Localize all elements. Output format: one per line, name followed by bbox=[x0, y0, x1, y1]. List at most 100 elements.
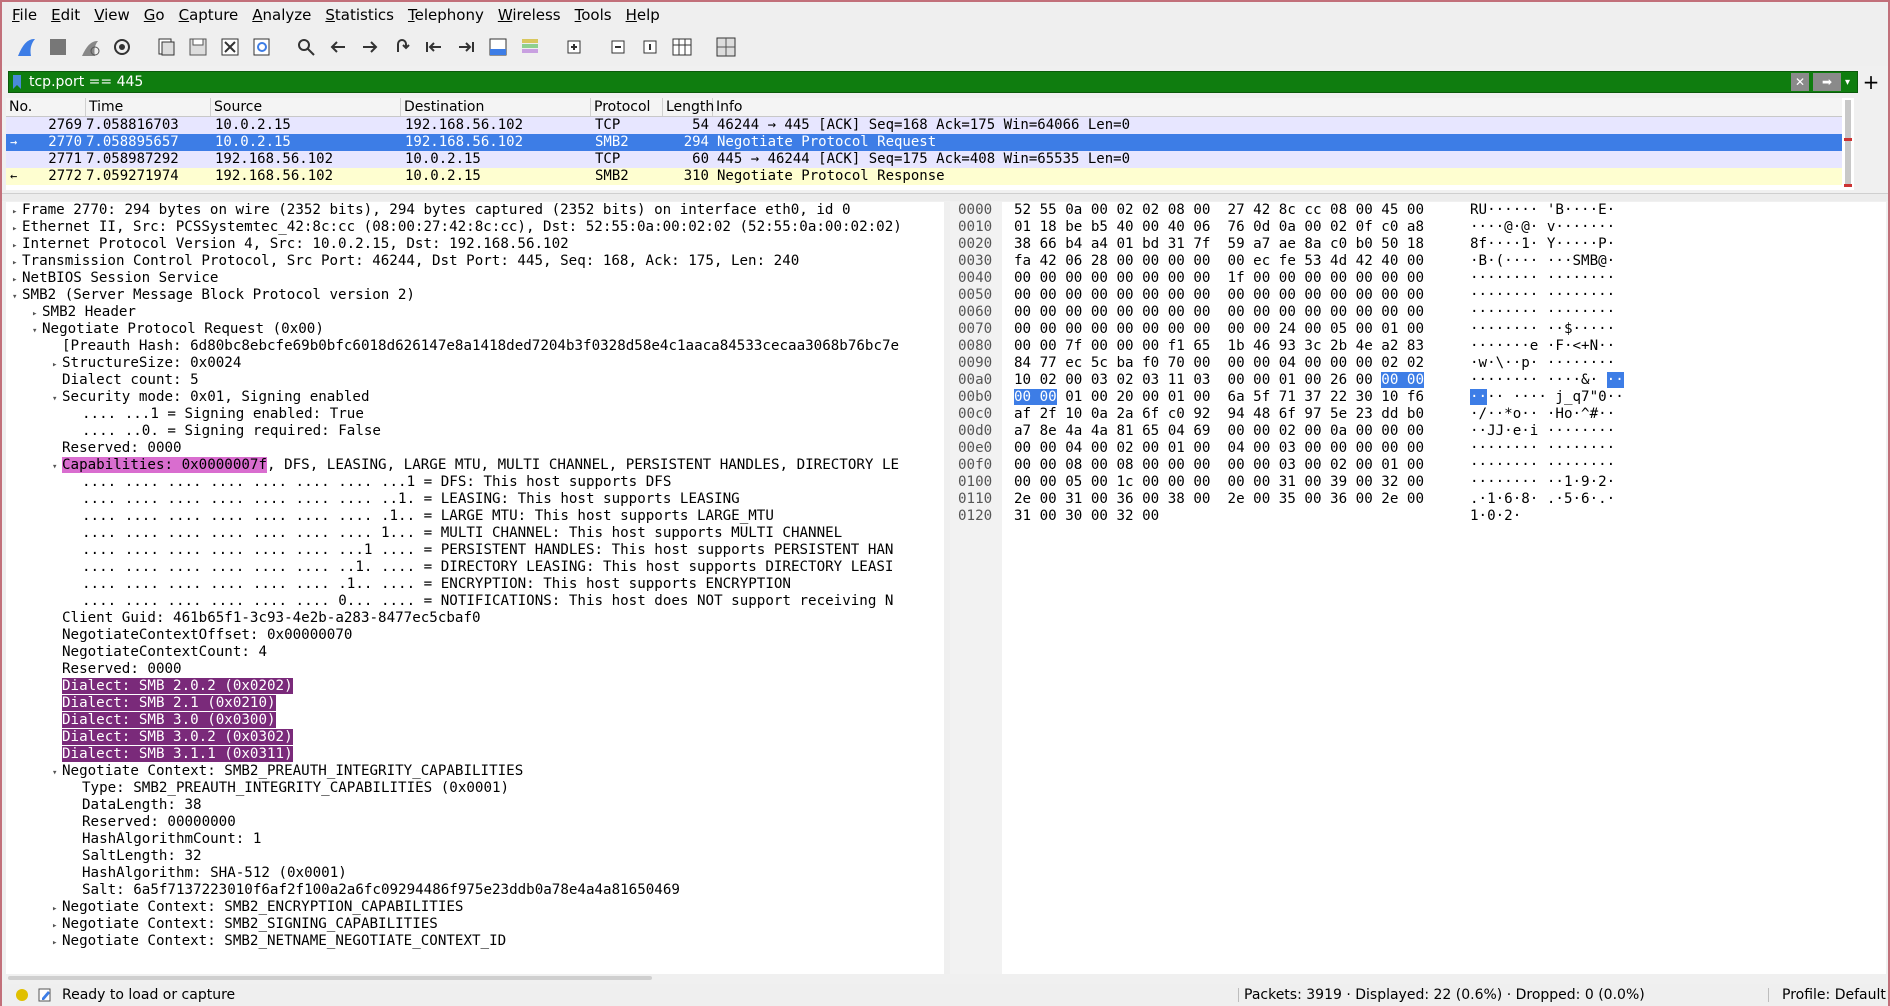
menu-tools[interactable]: Tools bbox=[575, 6, 612, 24]
tree-item[interactable]: .... .... .... .... .... .... ..1. .... … bbox=[6, 559, 944, 576]
ascii-bytes[interactable]: ··JJ·e·i ········ bbox=[1470, 423, 1615, 440]
column-header-no[interactable]: No. bbox=[6, 98, 86, 116]
packet-list[interactable]: No. Time Source Destination Protocol Length In… bbox=[6, 98, 1846, 190]
hex-bytes[interactable]: 00 00 7f 00 00 00 f1 65 1b 46 93 3c 2b 4… bbox=[1014, 338, 1424, 355]
menu-edit[interactable]: Edit bbox=[51, 6, 80, 24]
last-packet-icon[interactable] bbox=[452, 33, 480, 61]
tree-item[interactable]: ▾ SMB2 (Server Message Block Protocol ver… bbox=[6, 287, 944, 304]
colorize-icon[interactable] bbox=[516, 33, 544, 61]
reload-icon[interactable] bbox=[248, 33, 276, 61]
details-horizontal-scrollbar[interactable] bbox=[6, 974, 944, 982]
forward-arrow-icon[interactable] bbox=[356, 33, 384, 61]
tree-item[interactable]: Dialect: SMB 3.1.1 (0x0311) bbox=[6, 746, 944, 763]
hex-bytes[interactable]: fa 42 06 28 00 00 00 00 00 ec fe 53 4d 4… bbox=[1014, 253, 1424, 270]
autoscroll-icon[interactable] bbox=[484, 33, 512, 61]
open-file-icon[interactable] bbox=[152, 33, 180, 61]
ascii-bytes[interactable]: ········ ····&· ·· bbox=[1470, 372, 1624, 389]
ascii-bytes[interactable]: ·······e ·F·<+N·· bbox=[1470, 338, 1615, 355]
ascii-bytes[interactable]: ·B·(···· ···SMB@· bbox=[1470, 253, 1615, 270]
filter-bookmark-icon[interactable] bbox=[9, 72, 25, 92]
hex-bytes[interactable]: 00 00 00 00 00 00 00 00 00 00 00 00 00 0… bbox=[1014, 287, 1424, 304]
tree-item[interactable]: HashAlgorithmCount: 1 bbox=[6, 831, 944, 848]
packet-bytes-pane[interactable]: 0000 52 55 0a 00 02 02 08 00 27 42 8c cc … bbox=[950, 202, 1886, 974]
zoom-out-icon[interactable] bbox=[604, 33, 632, 61]
add-filter-button-icon[interactable]: + bbox=[1860, 70, 1882, 94]
packet-list-scrollbar[interactable] bbox=[1842, 98, 1854, 190]
collapsed-arrow-icon[interactable]: ▸ bbox=[52, 935, 62, 952]
search-icon[interactable] bbox=[292, 33, 320, 61]
hex-bytes[interactable]: 38 66 b4 a4 01 bd 31 7f 59 a7 ae 8a c0 b… bbox=[1014, 236, 1424, 253]
menu-help[interactable]: Help bbox=[626, 6, 660, 24]
column-header-source[interactable]: Source bbox=[211, 98, 401, 116]
tree-item[interactable]: NegotiateContextCount: 4 bbox=[6, 644, 944, 661]
ascii-bytes[interactable]: ····@·@· v······· bbox=[1470, 219, 1615, 236]
ascii-bytes[interactable]: ········ ········ bbox=[1470, 270, 1615, 287]
tree-item[interactable]: ▸ Negotiate Context: SMB2_SIGNING_CAPABIL… bbox=[6, 916, 944, 933]
save-file-icon[interactable] bbox=[184, 33, 212, 61]
tree-item[interactable]: ▾ Negotiate Context: SMB2_PREAUTH_INTEGRI… bbox=[6, 763, 944, 780]
tree-item[interactable]: ▸ StructureSize: 0x0024 bbox=[6, 355, 944, 372]
close-file-icon[interactable] bbox=[216, 33, 244, 61]
ascii-bytes[interactable]: .·1·6·8· .·5·6·.· bbox=[1470, 491, 1615, 508]
ascii-bytes[interactable]: ········ ··1·9·2· bbox=[1470, 474, 1615, 491]
hex-bytes[interactable]: 00 00 01 00 20 00 01 00 6a 5f 71 37 22 3… bbox=[1014, 389, 1424, 406]
tree-item[interactable]: Client Guid: 461b65f1-3c93-4e2b-a283-847… bbox=[6, 610, 944, 627]
tree-item[interactable]: ▸ Negotiate Context: SMB2_NETNAME_NEGOTIA… bbox=[6, 933, 944, 950]
tree-item[interactable]: Dialect: SMB 2.0.2 (0x0202) bbox=[6, 678, 944, 695]
tree-item[interactable]: ▸ Transmission Control Protocol, Src Port… bbox=[6, 253, 944, 270]
ascii-bytes[interactable]: ···· ···· j_q7"0·· bbox=[1470, 389, 1624, 406]
hex-bytes[interactable]: a7 8e 4a 4a 81 65 04 69 00 00 02 00 0a 0… bbox=[1014, 423, 1424, 440]
hex-bytes[interactable]: 84 77 ec 5c ba f0 70 00 00 00 04 00 00 0… bbox=[1014, 355, 1424, 372]
tree-item[interactable]: .... .... .... .... .... .... .... ..1. … bbox=[6, 491, 944, 508]
tree-item[interactable]: ▸ NetBIOS Session Service bbox=[6, 270, 944, 287]
pane-splitter[interactable] bbox=[2, 193, 1888, 201]
column-header-protocol[interactable]: Protocol bbox=[591, 98, 663, 116]
ascii-bytes[interactable]: ········ ········ bbox=[1470, 304, 1615, 321]
jump-to-packet-icon[interactable] bbox=[388, 33, 416, 61]
profile-selector[interactable]: Profile: Default bbox=[1782, 987, 1886, 1003]
tree-item[interactable]: ▸ Internet Protocol Version 4, Src: 10.0.… bbox=[6, 236, 944, 253]
apply-filter-icon[interactable]: ➡ bbox=[1813, 73, 1841, 91]
filter-history-dropdown-icon[interactable]: ▾ bbox=[1845, 77, 1857, 88]
tree-item[interactable]: ▸ Frame 2770: 294 bytes on wire (2352 bit… bbox=[6, 202, 944, 219]
tree-item[interactable]: ▾ Security mode: 0x01, Signing enabled bbox=[6, 389, 944, 406]
tree-item[interactable]: Type: SMB2_PREAUTH_INTEGRITY_CAPABILITIE… bbox=[6, 780, 944, 797]
packet-details-tree[interactable]: ▸ Frame 2770: 294 bytes on wire (2352 bit… bbox=[6, 202, 944, 974]
menu-file[interactable]: File bbox=[12, 6, 37, 24]
hex-bytes[interactable]: 00 00 00 00 00 00 00 00 00 00 24 00 05 0… bbox=[1014, 321, 1424, 338]
tree-item[interactable]: ▸ Negotiate Context: SMB2_ENCRYPTION_CAPA… bbox=[6, 899, 944, 916]
display-filter-bar[interactable]: tcp.port == 445 ✕ ➡ ▾ bbox=[8, 71, 1858, 93]
ascii-bytes[interactable]: ········ ········ bbox=[1470, 287, 1615, 304]
tree-item[interactable]: .... .... .... .... .... .... ...1 .... … bbox=[6, 542, 944, 559]
ascii-bytes[interactable]: ········ ··$····· bbox=[1470, 321, 1615, 338]
hex-bytes[interactable]: 10 02 00 03 02 03 11 03 00 00 01 00 26 0… bbox=[1014, 372, 1425, 389]
tree-item[interactable]: [Preauth Hash: 6d80bc8ebcfe69b0bfc6018d6… bbox=[6, 338, 944, 355]
normal-size-icon[interactable] bbox=[636, 33, 664, 61]
hex-bytes[interactable]: 2e 00 31 00 36 00 38 00 2e 00 35 00 36 0… bbox=[1014, 491, 1424, 508]
ascii-bytes[interactable]: RU······ 'B····E· bbox=[1470, 202, 1615, 219]
column-header-time[interactable]: Time bbox=[86, 98, 211, 116]
zoom-in-icon[interactable] bbox=[560, 33, 588, 61]
expert-info-led-icon[interactable] bbox=[16, 989, 28, 1001]
tree-item[interactable]: ▾ Negotiate Protocol Request (0x00) bbox=[6, 321, 944, 338]
hex-bytes[interactable]: 00 00 00 00 00 00 00 00 00 00 00 00 00 0… bbox=[1014, 304, 1424, 321]
display-filter-input[interactable]: tcp.port == 445 bbox=[25, 74, 1791, 90]
tree-item[interactable]: Dialect: SMB 3.0.2 (0x0302) bbox=[6, 729, 944, 746]
tree-item[interactable]: Reserved: 0000 bbox=[6, 440, 944, 457]
menu-capture[interactable]: Capture bbox=[179, 6, 239, 24]
ascii-bytes[interactable]: ·w·\··p· ········ bbox=[1470, 355, 1615, 372]
capture-comment-icon[interactable] bbox=[38, 988, 52, 1002]
ascii-bytes[interactable]: ·/··*o·· ·Ho·^#·· bbox=[1470, 406, 1615, 423]
column-header-info[interactable]: Info bbox=[713, 98, 1846, 116]
column-header-length[interactable]: Length bbox=[663, 98, 714, 116]
back-arrow-icon[interactable] bbox=[324, 33, 352, 61]
column-header-destination[interactable]: Destination bbox=[401, 98, 591, 116]
tree-item[interactable]: ▸ SMB2 Header bbox=[6, 304, 944, 321]
tree-item[interactable]: .... .... .... .... .... .... .... ...1 … bbox=[6, 474, 944, 491]
stop-square-icon[interactable] bbox=[44, 33, 72, 61]
table-icon[interactable] bbox=[712, 33, 740, 61]
ascii-bytes[interactable]: 1·0·2· bbox=[1470, 508, 1521, 525]
tree-item[interactable]: DataLength: 38 bbox=[6, 797, 944, 814]
menu-telephony[interactable]: Telephony bbox=[408, 6, 484, 24]
packet-row[interactable]: 2770 → 7.058895657 10.0.2.15 192.168.56.102 S… bbox=[6, 134, 1846, 151]
